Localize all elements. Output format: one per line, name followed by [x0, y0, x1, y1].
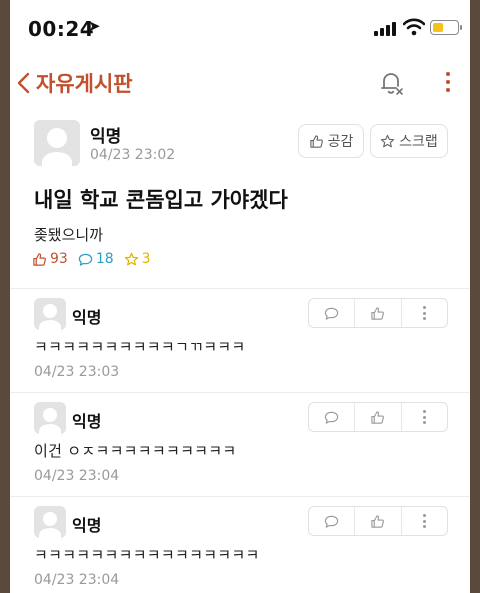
scrap-count-value: 3	[141, 251, 151, 267]
location-arrow-icon: ➤	[88, 17, 101, 35]
scrap-count: 3	[124, 251, 151, 267]
post-author: 익명	[90, 127, 122, 147]
comment-icon	[78, 253, 93, 266]
comment-author: 익명	[72, 516, 102, 535]
comment-like-button[interactable]	[355, 403, 402, 431]
cellular-signal-icon	[374, 22, 398, 36]
star-icon	[381, 134, 395, 147]
status-time: 00:24	[28, 17, 95, 41]
comment: 익명 ㅋㅋㅋㅋㅋㅋㅋㅋㅋㅋㅋㅋㅋㅋㅋㅋ 04/23 23:04	[10, 500, 470, 593]
more-vertical-icon	[422, 306, 426, 320]
like-count-value: 93	[50, 251, 68, 267]
post-body: 좆됐으니까	[34, 226, 104, 244]
like-button-label: 공감	[327, 134, 354, 150]
scrap-button-label: 스크랩	[399, 134, 438, 150]
more-vertical-icon	[422, 410, 426, 424]
more-vertical-icon	[422, 514, 426, 528]
app-screen: 00:24 ➤ 자유게시판 익명 04/23 23:02 공감 스크랩 내일 학…	[10, 0, 470, 593]
comment-icon	[325, 411, 339, 424]
comment-icon	[325, 307, 339, 320]
divider	[10, 288, 470, 289]
scrap-button[interactable]: 스크랩	[370, 124, 448, 158]
divider	[10, 392, 470, 393]
comment-actions	[308, 506, 448, 536]
post-stats: 93 18 3	[32, 251, 151, 267]
bell-off-icon[interactable]	[378, 70, 404, 96]
comment-date: 04/23 23:04	[34, 468, 120, 484]
reply-button[interactable]	[309, 507, 356, 535]
comment-like-button[interactable]	[355, 299, 402, 327]
comment-date: 04/23 23:03	[34, 364, 120, 380]
status-bar: 00:24 ➤	[10, 0, 470, 54]
comment-actions	[308, 402, 448, 432]
comment-text: ㅋㅋㅋㅋㅋㅋㅋㅋㅋㅋㅋㅋㅋㅋㅋㅋ	[34, 546, 260, 564]
comment-count: 18	[78, 251, 114, 267]
post-date: 04/23 23:02	[90, 147, 176, 163]
battery-level	[432, 22, 443, 32]
divider	[10, 496, 470, 497]
comment-author: 익명	[72, 412, 102, 431]
comment-text: ㅋㅋㅋㅋㅋㅋㅋㅋㅋㅋㄱㄲㅋㅋㅋ	[34, 338, 246, 356]
thumbs-up-icon	[371, 410, 385, 424]
comment: 익명 이건 ㅇㅈㅋㅋㅋㅋㅋㅋㅋㅋㅋㅋ 04/23 23:04	[10, 396, 470, 496]
comment-avatar	[34, 298, 66, 330]
thumbs-up-icon	[33, 252, 46, 266]
like-count: 93	[32, 251, 68, 267]
comment-text: 이건 ㅇㅈㅋㅋㅋㅋㅋㅋㅋㅋㅋㅋ	[34, 442, 237, 460]
battery-icon	[430, 20, 462, 35]
comment-more-button[interactable]	[402, 299, 447, 327]
comment-author: 익명	[72, 308, 102, 327]
thumbs-up-icon	[371, 306, 385, 320]
comment: 익명 ㅋㅋㅋㅋㅋㅋㅋㅋㅋㅋㄱㄲㅋㅋㅋ 04/23 23:03	[10, 292, 470, 392]
comment-avatar	[34, 506, 66, 538]
thumbs-up-icon	[309, 134, 323, 148]
post-title: 내일 학교 콘돔입고 가야겠다	[34, 188, 288, 212]
wifi-icon	[403, 18, 425, 36]
post-avatar	[34, 120, 80, 166]
back-button[interactable]: 자유게시판	[14, 68, 133, 98]
reply-button[interactable]	[309, 299, 356, 327]
comment-count-value: 18	[95, 251, 114, 267]
thumbs-up-icon	[371, 514, 385, 528]
comment-date: 04/23 23:04	[34, 572, 120, 588]
comment-avatar	[34, 402, 66, 434]
chevron-left-icon	[17, 72, 30, 94]
nav-bar: 자유게시판	[10, 60, 470, 104]
more-vertical-icon[interactable]	[444, 72, 452, 94]
comment-icon	[325, 515, 339, 528]
comment-like-button[interactable]	[355, 507, 402, 535]
star-icon	[124, 252, 138, 265]
reply-button[interactable]	[309, 403, 356, 431]
like-button[interactable]: 공감	[298, 124, 364, 158]
board-title: 자유게시판	[36, 72, 133, 96]
comment-actions	[308, 298, 448, 328]
comment-more-button[interactable]	[402, 403, 447, 431]
comment-more-button[interactable]	[402, 507, 447, 535]
